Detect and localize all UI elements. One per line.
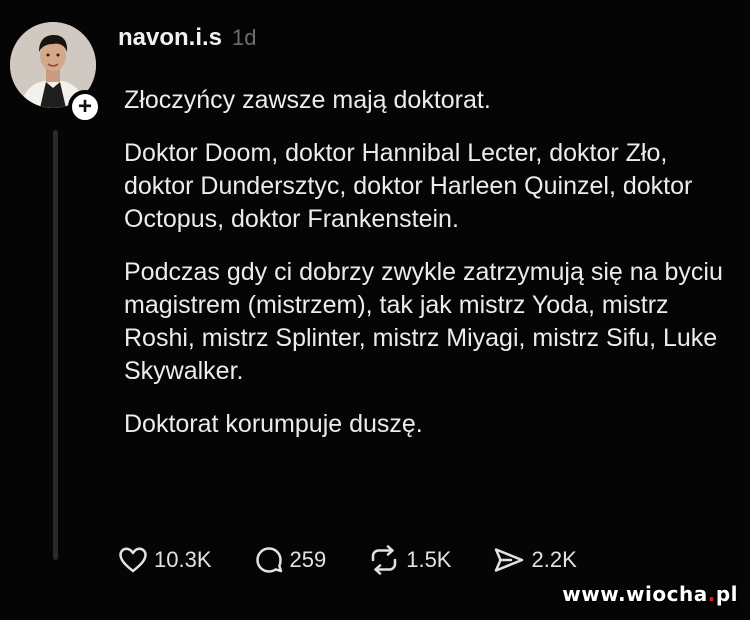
share-count: 2.2K <box>531 547 577 572</box>
repost-icon <box>371 545 397 575</box>
post-card: + navon.i.s 1d Złoczyńcy zawsze mają dok… <box>0 0 750 620</box>
thread-line <box>53 130 58 560</box>
reply-button[interactable]: 259 <box>254 545 327 575</box>
post-paragraph-3: Podczas gdy ci dobrzy zwykle zatrzymują … <box>124 258 723 385</box>
watermark-prefix: www. <box>562 582 627 606</box>
share-button[interactable]: 2.2K <box>493 546 577 574</box>
plus-icon: + <box>77 93 92 120</box>
avatar-container[interactable]: + <box>10 22 102 124</box>
post-paragraph-4: Doktorat korumpuje duszę. <box>124 410 423 438</box>
watermark-dot: . <box>707 582 716 606</box>
comment-icon <box>255 547 282 573</box>
watermark-tld: pl <box>715 582 738 606</box>
watermark-site: wiocha <box>626 582 708 606</box>
heart-icon <box>119 547 147 573</box>
post-body: Złoczyńcy zawsze mają doktorat. Doktor D… <box>124 84 740 461</box>
like-button[interactable]: 10.3K <box>118 546 212 574</box>
action-bar: 10.3K 259 1.5K 2.2K <box>118 545 619 575</box>
username[interactable]: navon.i.s <box>118 24 222 52</box>
post-paragraph-2: Doktor Doom, doktor Hannibal Lecter, dok… <box>124 139 693 233</box>
post-header: navon.i.s 1d <box>118 24 257 52</box>
timestamp[interactable]: 1d <box>232 25 256 51</box>
reply-count: 259 <box>289 547 327 572</box>
repost-button[interactable]: 1.5K <box>368 545 451 575</box>
like-count: 10.3K <box>154 547 212 572</box>
send-icon <box>495 548 524 572</box>
repost-count: 1.5K <box>406 547 452 572</box>
post-paragraph-1: Złoczyńcy zawsze mają doktorat. <box>124 86 491 114</box>
follow-button[interactable]: + <box>68 90 102 124</box>
watermark: www.wiocha.pl <box>562 582 738 606</box>
